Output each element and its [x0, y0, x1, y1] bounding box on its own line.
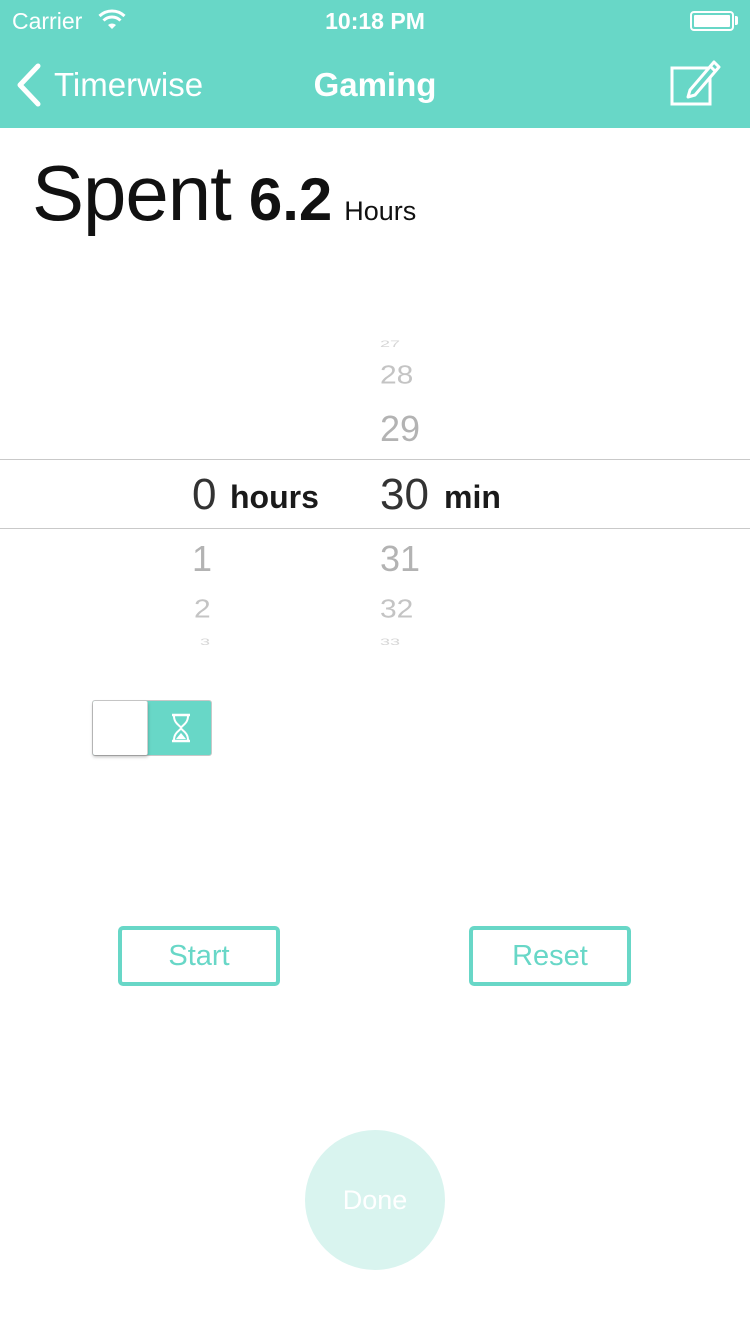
- picker-hour-option[interactable]: 2: [194, 595, 211, 626]
- chevron-left-icon: [17, 63, 41, 107]
- spent-value: 6.2: [248, 166, 333, 233]
- start-button[interactable]: Start: [118, 926, 280, 986]
- picker-minute-option[interactable]: 32: [380, 595, 413, 626]
- done-button[interactable]: Done: [305, 1130, 445, 1270]
- battery-tip: [735, 16, 738, 25]
- picker-selection-top-line: [0, 459, 750, 460]
- spent-summary: Spent 6.2 Hours: [32, 148, 416, 239]
- status-time: 10:18 PM: [325, 8, 425, 34]
- picker-hours-selected[interactable]: 0: [192, 470, 216, 520]
- timer-mode-toggle[interactable]: [92, 700, 212, 756]
- picker-hours-unit: hours: [230, 479, 319, 515]
- picker-hour-option[interactable]: 1: [192, 538, 212, 580]
- picker-minute-option[interactable]: 31: [380, 538, 420, 580]
- back-button[interactable]: Timerwise: [14, 60, 203, 110]
- picker-hour-option[interactable]: 3: [200, 637, 210, 647]
- toggle-knob[interactable]: [93, 701, 148, 755]
- picker-minutes-selected[interactable]: 30: [380, 470, 429, 520]
- battery-icon: [690, 11, 734, 31]
- picker-minutes-unit: min: [444, 479, 501, 515]
- spent-label: Spent: [32, 149, 232, 237]
- picker-selection-bottom-line: [0, 528, 750, 529]
- hourglass-icon: [172, 713, 190, 743]
- picker-minute-option[interactable]: 33: [380, 637, 400, 647]
- spent-unit: Hours: [344, 196, 417, 226]
- picker-minute-option[interactable]: 27: [380, 339, 400, 349]
- back-button-label: Timerwise: [54, 66, 204, 103]
- edit-icon[interactable]: [668, 58, 722, 108]
- picker-minute-option[interactable]: 29: [380, 408, 420, 450]
- reset-button[interactable]: Reset: [469, 926, 631, 986]
- picker-minute-option[interactable]: 28: [380, 361, 413, 392]
